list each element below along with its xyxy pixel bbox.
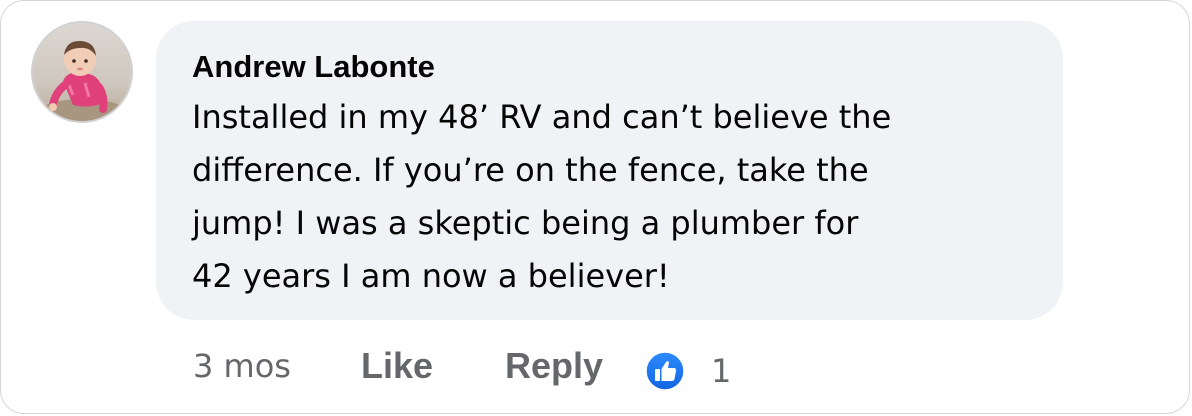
- comment-line: jump! I was a skeptic being a plumber fo…: [192, 204, 859, 242]
- comment-line: difference. If you’re on the fence, take…: [192, 151, 869, 189]
- comment-card: Andrew Labonte Installed in my 48’ RV an…: [0, 0, 1190, 414]
- avatar-photo: [33, 23, 131, 121]
- comment-timestamp[interactable]: 3 mos: [193, 347, 291, 385]
- comment-line: 42 years I am now a believer!: [192, 257, 670, 295]
- reaction-count: 1: [711, 352, 732, 390]
- reply-button[interactable]: Reply: [505, 345, 603, 387]
- like-button[interactable]: Like: [361, 345, 433, 387]
- comment-author[interactable]: Andrew Labonte: [192, 47, 1027, 87]
- thumbs-up-icon: [645, 351, 685, 391]
- avatar[interactable]: [31, 21, 133, 123]
- comment-line: Installed in my 48’ RV and can’t believe…: [192, 98, 892, 136]
- comment-bubble: Andrew Labonte Installed in my 48’ RV an…: [156, 21, 1063, 320]
- comment-actions: 3 mos Like Reply 1: [193, 341, 731, 391]
- comment-body: Installed in my 48’ RV and can’t believe…: [192, 91, 992, 303]
- reaction-summary[interactable]: 1: [645, 351, 731, 391]
